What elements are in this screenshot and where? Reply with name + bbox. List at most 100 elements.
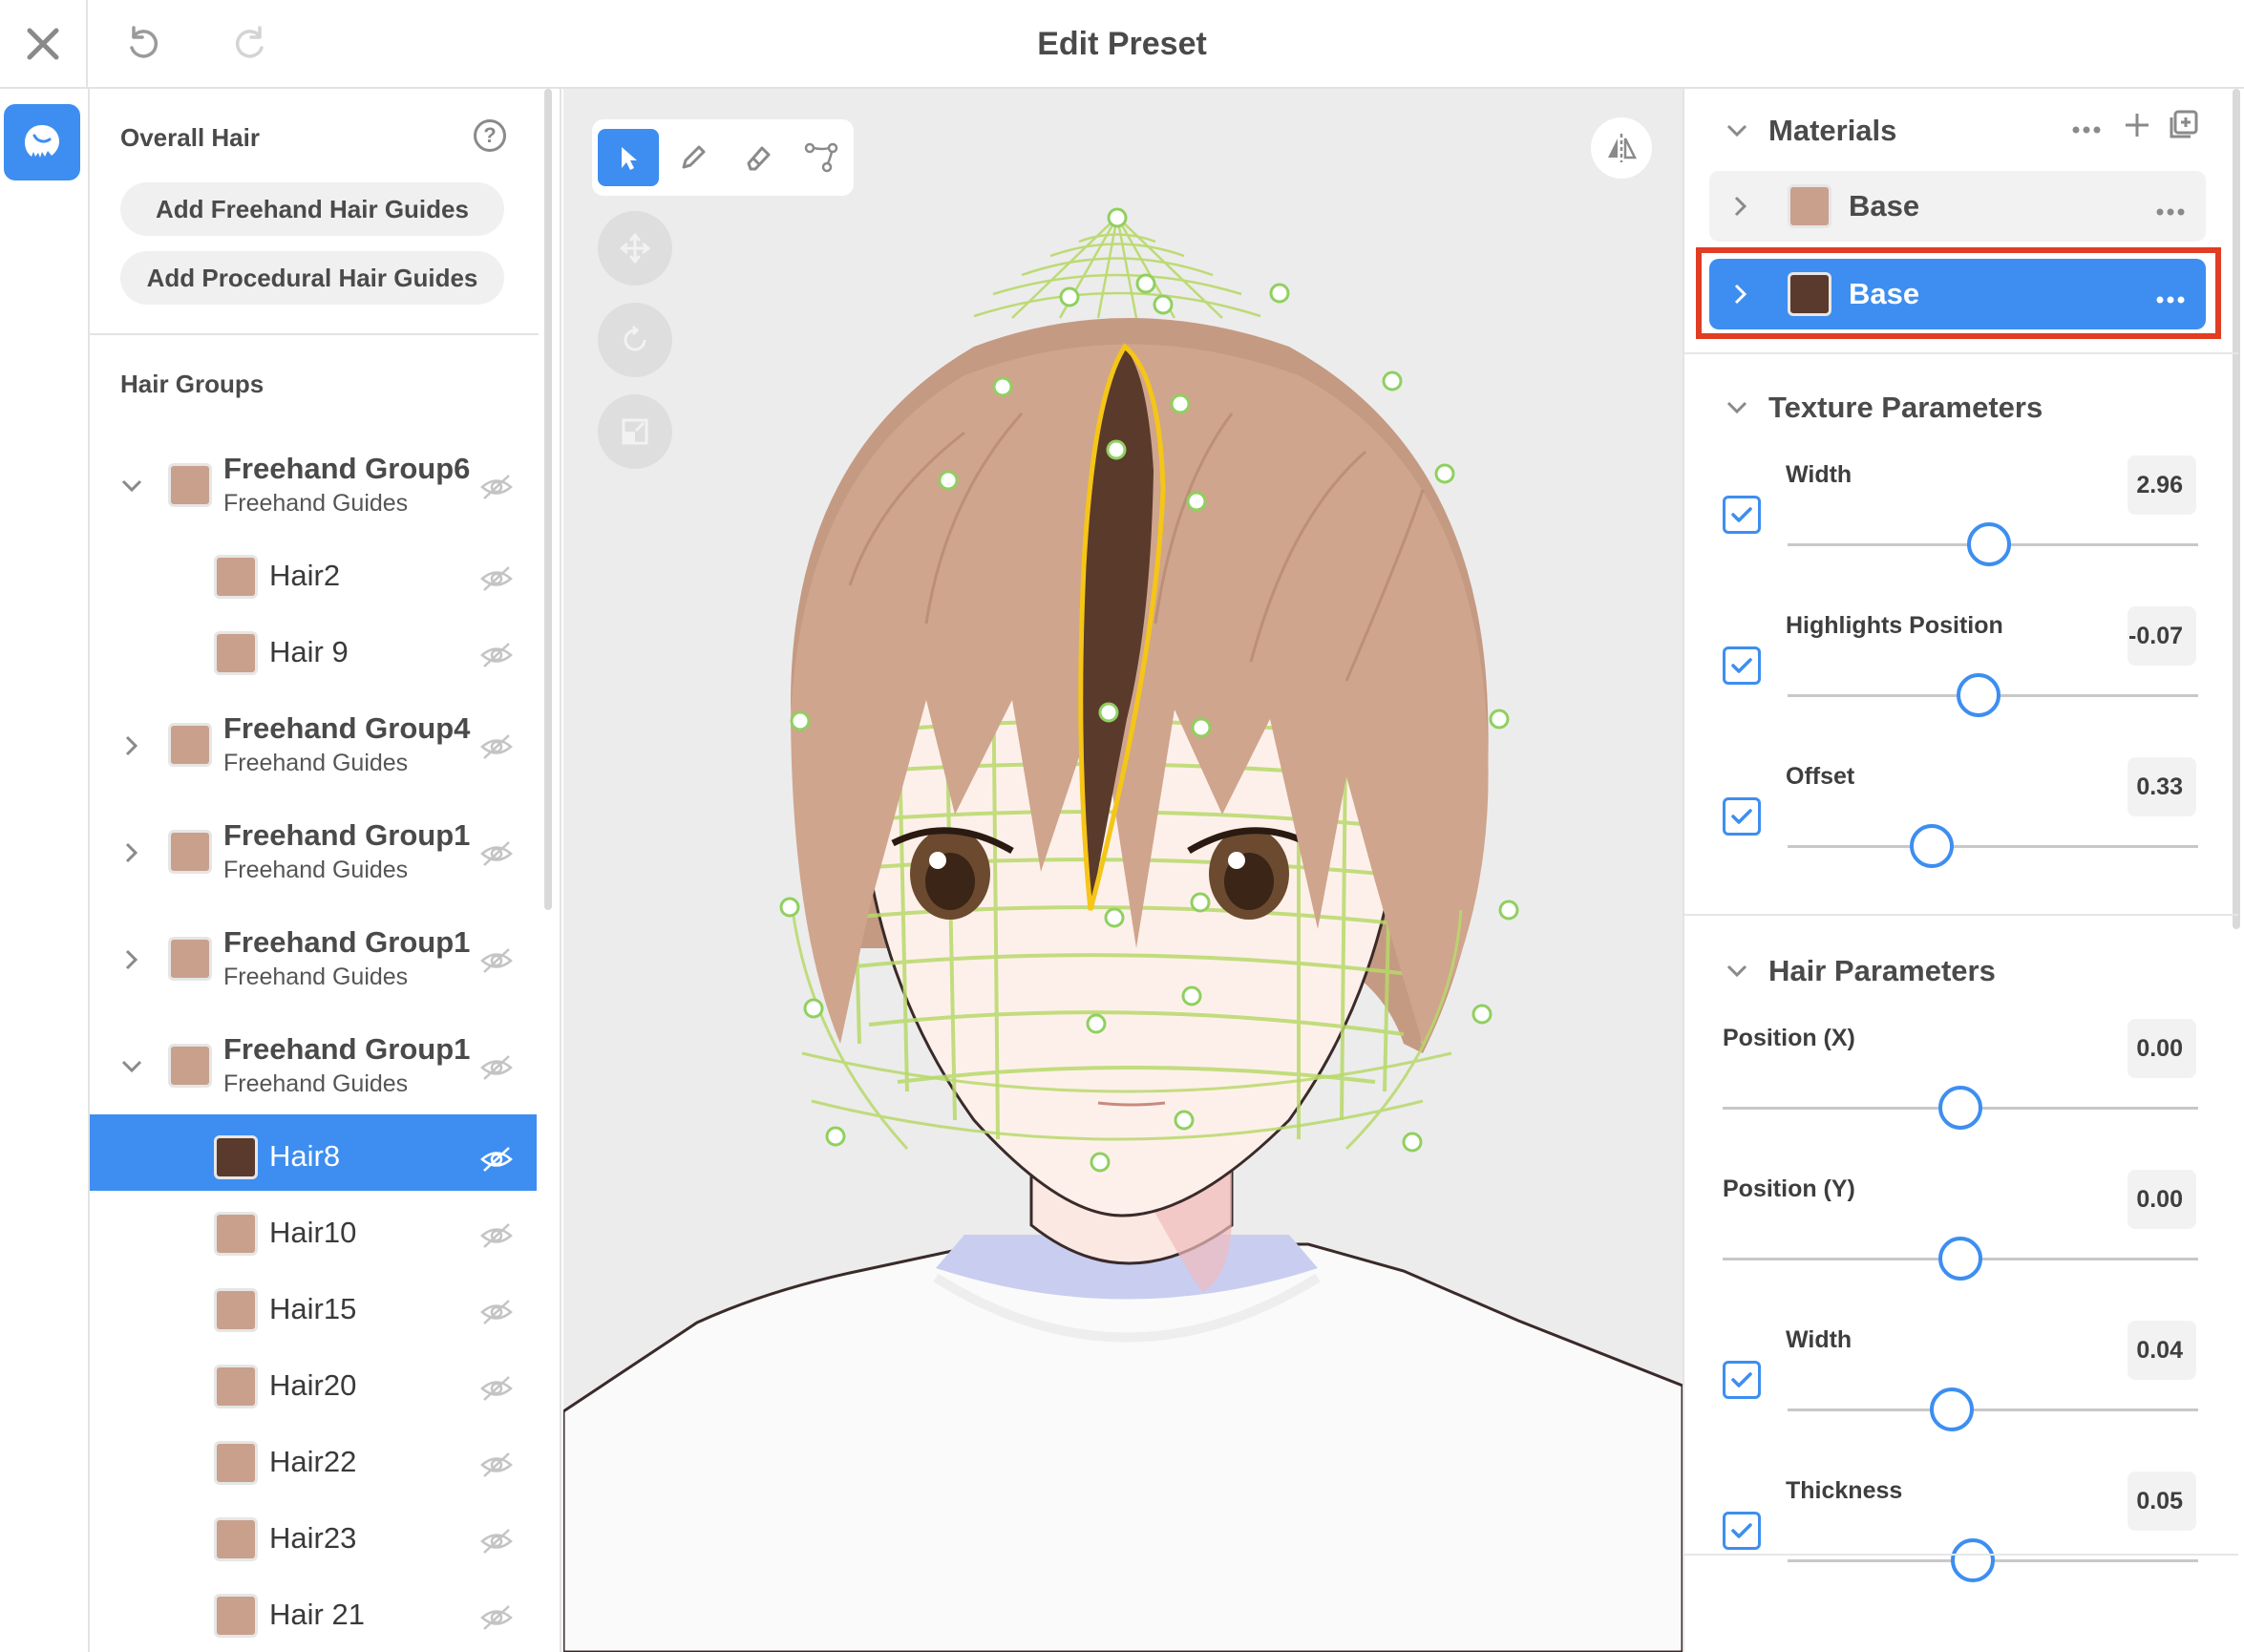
hair-item-row[interactable]: Hair15 [90,1275,537,1351]
left-panel-scrollbar[interactable] [544,89,552,910]
select-arrow-icon [622,147,637,170]
chevron-right-icon[interactable] [118,732,145,759]
parameter-slider-thumb[interactable] [1966,522,2011,566]
visibility-hidden-icon[interactable] [479,732,514,761]
hair-item-row[interactable]: Hair 21 [90,1580,537,1652]
hair-item-row[interactable]: Hair 9 [90,618,537,694]
add-material-button[interactable] [2124,112,2150,143]
parameter-slider-thumb[interactable] [1956,673,2001,717]
hair-group-row[interactable]: Freehand Group1 Freehand Guides [90,908,537,1015]
duplicate-material-button[interactable] [2168,110,2198,145]
hair-mode-button[interactable] [4,104,80,180]
visibility-hidden-icon[interactable] [479,1298,514,1326]
hair-group-row[interactable]: Freehand Group1 Freehand Guides [90,1015,537,1122]
mode-rail [0,89,90,1652]
hair-group-row[interactable]: Freehand Group6 Freehand Guides [90,434,537,541]
visibility-hidden-icon[interactable] [479,1603,514,1632]
move-tool-button[interactable] [598,211,672,286]
undo-button[interactable] [115,15,172,73]
visibility-hidden-icon[interactable] [479,839,514,868]
parameter-slider-thumb[interactable] [1930,1387,1974,1431]
hair-item-row[interactable]: Hair23 [90,1504,537,1580]
visibility-hidden-icon[interactable] [479,946,514,975]
visibility-hidden-icon[interactable] [479,1053,514,1082]
path-edit-tool-button[interactable] [791,129,852,186]
hair-item-name: Hair22 [269,1445,357,1478]
parameter-value-field[interactable]: 2.96 [2128,455,2196,515]
parameter-value-field[interactable]: 0.00 [2128,1019,2196,1078]
hair-groups-title: Hair Groups [120,370,265,398]
close-button[interactable] [0,0,88,88]
parameter-checkbox[interactable] [1723,797,1761,836]
chevron-down-icon[interactable] [118,1053,145,1080]
hair-item-row[interactable]: Hair2 [90,541,537,618]
hair-item-row[interactable]: Hair8 [90,1114,537,1191]
materials-header[interactable]: Materials [1723,110,1896,152]
add-procedural-guides-button[interactable]: Add Procedural Hair Guides [120,251,504,305]
parameter-value-field[interactable]: 0.33 [2128,757,2196,816]
parameter-slider-thumb[interactable] [1909,824,1954,868]
parameter-slider-track[interactable] [1788,845,2198,848]
parameter-checkbox[interactable] [1723,1512,1761,1550]
material-item-base-1[interactable]: Base [1709,171,2206,242]
overall-hair-title: Overall Hair [120,123,260,152]
section-divider [1684,352,2238,354]
select-tool-button[interactable] [598,129,659,186]
hair-group-row[interactable]: Freehand Group1 Freehand Guides [90,801,537,908]
visibility-hidden-icon[interactable] [479,564,514,593]
chevron-down-icon[interactable] [118,473,145,499]
parameter-label: Position (Y) [1723,1175,1855,1202]
parameter-value-field[interactable]: 0.04 [2128,1321,2196,1380]
parameter-checkbox[interactable] [1723,496,1761,534]
3d-viewport[interactable] [563,89,1683,1652]
right-panel-scrollbar[interactable] [2233,89,2240,929]
help-icon[interactable]: ? [474,119,506,152]
chevron-right-icon[interactable] [118,839,145,866]
parameter-value-field[interactable]: 0.00 [2128,1170,2196,1229]
tool-palette [592,119,854,196]
mirror-button[interactable] [1591,117,1652,179]
texture-parameters-header[interactable]: Texture Parameters [1723,387,2043,429]
visibility-hidden-icon[interactable] [479,1145,514,1174]
chevron-right-icon[interactable] [118,946,145,973]
hair-item-name: Hair23 [269,1521,357,1555]
color-swatch [168,830,212,874]
material-more-button[interactable] [2156,203,2185,216]
hair-item-name: Hair8 [269,1139,341,1173]
parameter-value-field[interactable]: 0.05 [2128,1472,2196,1531]
parameter-checkbox[interactable] [1723,646,1761,685]
visibility-hidden-icon[interactable] [479,473,514,501]
hair-group-name: Freehand Group1 [223,1032,471,1066]
materials-more-button[interactable] [2072,121,2101,138]
eraser-tool-button[interactable] [728,129,789,186]
hair-item-row[interactable]: Hair10 [90,1198,537,1275]
pen-tool-button[interactable] [663,129,724,186]
redo-button[interactable] [222,15,279,73]
parameter-slider-thumb[interactable] [1938,1086,1982,1130]
parameter-slider-thumb[interactable] [1938,1237,1982,1281]
visibility-hidden-icon[interactable] [479,1374,514,1403]
scale-tool-button[interactable] [598,394,672,469]
color-swatch [214,1594,258,1638]
hair-item-row[interactable]: Hair22 [90,1428,537,1504]
visibility-hidden-icon[interactable] [479,1527,514,1556]
checkmark-icon [1731,1523,1752,1538]
hair-item-name: Hair2 [269,559,341,592]
rotate-tool-button[interactable] [598,303,672,377]
parameter-checkbox[interactable] [1723,1361,1761,1399]
hair-group-row[interactable]: Freehand Group4 Freehand Guides [90,694,537,801]
hair-item-name: Hair15 [269,1292,357,1325]
parameter-slider-track[interactable] [1788,1408,2198,1411]
hair-item-row[interactable]: Hair20 [90,1351,537,1428]
parameter-label: Offset [1786,763,1855,790]
parameter-slider-thumb[interactable] [1950,1538,1995,1582]
color-swatch [214,1212,258,1256]
visibility-hidden-icon[interactable] [479,1221,514,1250]
parameter-value-field[interactable]: -0.07 [2128,606,2196,666]
visibility-hidden-icon[interactable] [479,1451,514,1479]
visibility-hidden-icon[interactable] [479,641,514,669]
add-freehand-guides-button[interactable]: Add Freehand Hair Guides [120,182,504,236]
hair-parameters-header[interactable]: Hair Parameters [1723,950,1996,992]
hair-item-name: Hair20 [269,1368,357,1402]
color-swatch [214,1288,258,1332]
